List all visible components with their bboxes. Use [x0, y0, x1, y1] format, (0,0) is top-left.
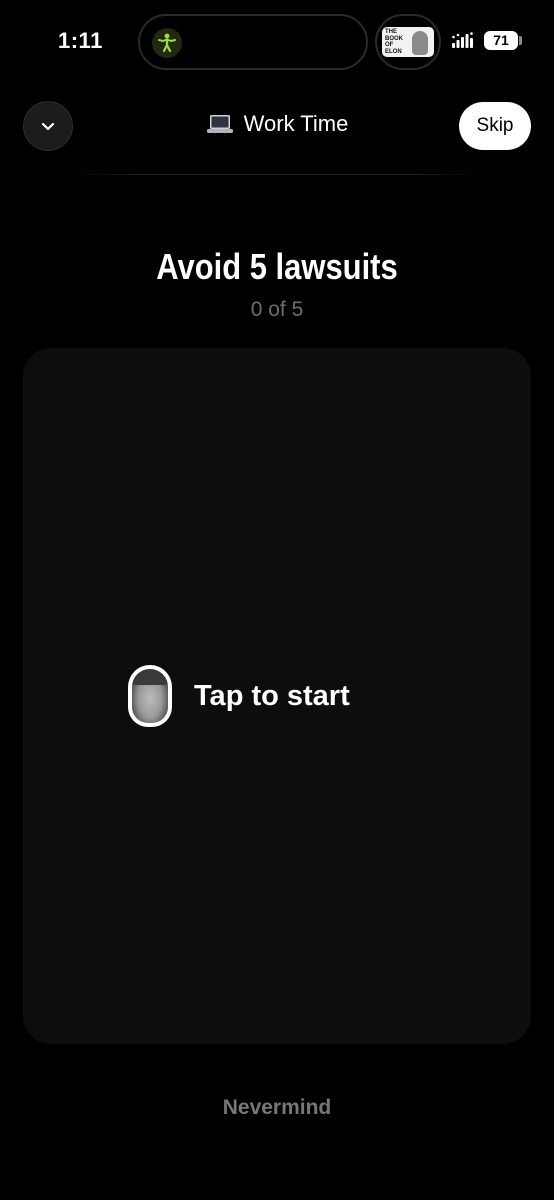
- now-playing-island[interactable]: THE BOOK OF ELON: [375, 14, 441, 70]
- dynamic-island[interactable]: [138, 14, 368, 70]
- fitness-figure-icon: [152, 28, 182, 58]
- signal-icon: [452, 32, 473, 48]
- album-art: THE BOOK OF ELON: [382, 27, 434, 57]
- laptop-icon: [206, 115, 233, 133]
- skip-button[interactable]: Skip: [459, 102, 531, 150]
- tap-to-start-label: Tap to start: [194, 679, 350, 712]
- task-title: Avoid 5 lawsuits: [156, 246, 398, 287]
- status-bar: 1:11 THE BOOK OF ELON 71: [0, 0, 554, 84]
- start-prompt[interactable]: Tap to start: [128, 665, 350, 727]
- battery-indicator: 71: [484, 31, 518, 50]
- nevermind-button[interactable]: Nevermind: [0, 1096, 554, 1120]
- face-sticker-icon: [128, 665, 172, 727]
- album-title: THE BOOK OF ELON: [385, 29, 403, 55]
- task-progress: 0 of 5: [250, 298, 304, 321]
- status-time: 1:11: [58, 28, 103, 53]
- album-portrait: [412, 31, 428, 55]
- battery-tip: [519, 36, 522, 45]
- header-divider: [70, 174, 484, 175]
- screen-title-label: Work Time: [243, 111, 349, 136]
